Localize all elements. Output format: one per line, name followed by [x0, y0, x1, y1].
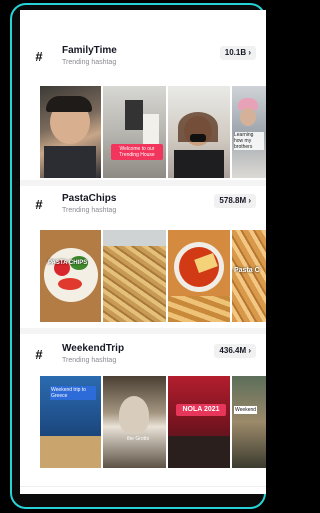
video-thumbnail[interactable]: Welcome to our Trending House	[103, 86, 166, 178]
hashtag-header[interactable]: # PastaChips Trending hashtag 578.8M ›	[20, 188, 266, 224]
hashtag-title: PastaChips	[62, 193, 117, 204]
hashtag-title: FamilyTime	[62, 45, 117, 56]
video-caption: Weekend	[234, 406, 258, 414]
hashtag-subtitle: Trending hashtag	[62, 207, 117, 214]
video-thumbnail[interactable]	[168, 230, 230, 322]
video-thumbnail[interactable]	[40, 86, 101, 178]
trending-hashtags-screen: # FamilyTime Trending hashtag 10.1B › We…	[20, 10, 266, 494]
video-caption: Learning how my brothers	[234, 132, 264, 150]
hashtag-header[interactable]: # FamilyTime Trending hashtag 10.1B ›	[20, 40, 266, 76]
video-thumbnail[interactable]: the Grotto	[103, 376, 166, 468]
hashtag-icon: #	[35, 197, 43, 212]
hashtag-subtitle: Trending hashtag	[62, 357, 117, 364]
video-thumbnail[interactable]: PASTA CHIPS	[40, 230, 101, 322]
video-thumbnail[interactable]: Weekend trip to Greece	[40, 376, 101, 468]
hashtag-header[interactable]: # WeekendTrip Trending hashtag 436.4M ›	[20, 338, 266, 374]
video-thumbnail[interactable]	[168, 86, 230, 178]
video-caption: Pasta C	[234, 267, 260, 274]
video-caption: Welcome to our Trending House	[111, 144, 163, 160]
hashtag-subtitle: Trending hashtag	[62, 59, 117, 66]
hashtag-icon: #	[35, 49, 43, 64]
video-caption: PASTA CHIPS	[48, 260, 88, 266]
hashtag-title: WeekendTrip	[62, 343, 125, 354]
video-thumbnail[interactable]: Weekend	[232, 376, 266, 468]
section-divider	[20, 180, 266, 186]
video-caption: Weekend trip to Greece	[50, 386, 96, 400]
bottom-navigation-bar[interactable]	[20, 486, 266, 494]
hashtag-icon: #	[35, 347, 43, 362]
section-divider	[20, 328, 266, 334]
video-thumbnail[interactable]: NOLA 2021	[168, 376, 230, 468]
video-caption: NOLA 2021	[176, 404, 226, 416]
video-thumbnail[interactable]	[103, 230, 166, 322]
view-count-badge[interactable]: 578.8M ›	[214, 194, 256, 208]
view-count-badge[interactable]: 436.4M ›	[214, 344, 256, 358]
video-thumbnail[interactable]: Pasta C	[232, 230, 266, 322]
video-thumbnail[interactable]: Learning how my brothers	[232, 86, 266, 178]
video-caption: the Grotto	[127, 436, 150, 442]
view-count-badge[interactable]: 10.1B ›	[219, 46, 256, 60]
